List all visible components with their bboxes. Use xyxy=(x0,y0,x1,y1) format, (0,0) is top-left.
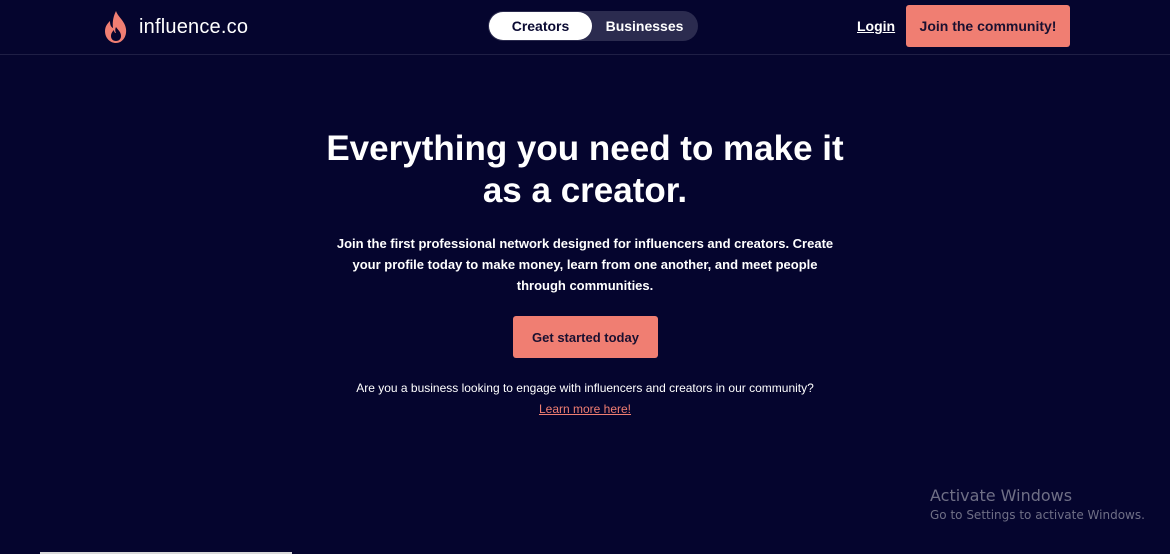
landing-page: influence.co Creators Businesses Login J… xyxy=(0,0,1170,554)
activate-windows-title: Activate Windows xyxy=(930,486,1073,505)
business-prompt: Are you a business looking to engage wit… xyxy=(356,381,814,395)
login-link[interactable]: Login xyxy=(857,18,895,34)
learn-more-link[interactable]: Learn more here! xyxy=(500,402,670,416)
hero-title: Everything you need to make it as a crea… xyxy=(326,129,844,210)
logo-text: influence.co xyxy=(139,15,249,38)
flame-icon xyxy=(105,11,127,43)
logo[interactable]: influence.co xyxy=(101,9,248,45)
join-community-button[interactable]: Join the community! xyxy=(906,5,1070,47)
tab-businesses[interactable]: Businesses xyxy=(592,12,697,40)
activate-windows-subtitle: Go to Settings to activate Windows. xyxy=(930,508,1145,522)
audience-toggle: Creators Businesses xyxy=(488,11,698,41)
tab-creators[interactable]: Creators xyxy=(489,12,592,40)
hero-subtitle: Join the first professional network desi… xyxy=(336,236,834,293)
top-nav: influence.co Creators Businesses Login J… xyxy=(0,0,1170,55)
get-started-button[interactable]: Get started today xyxy=(513,316,658,358)
